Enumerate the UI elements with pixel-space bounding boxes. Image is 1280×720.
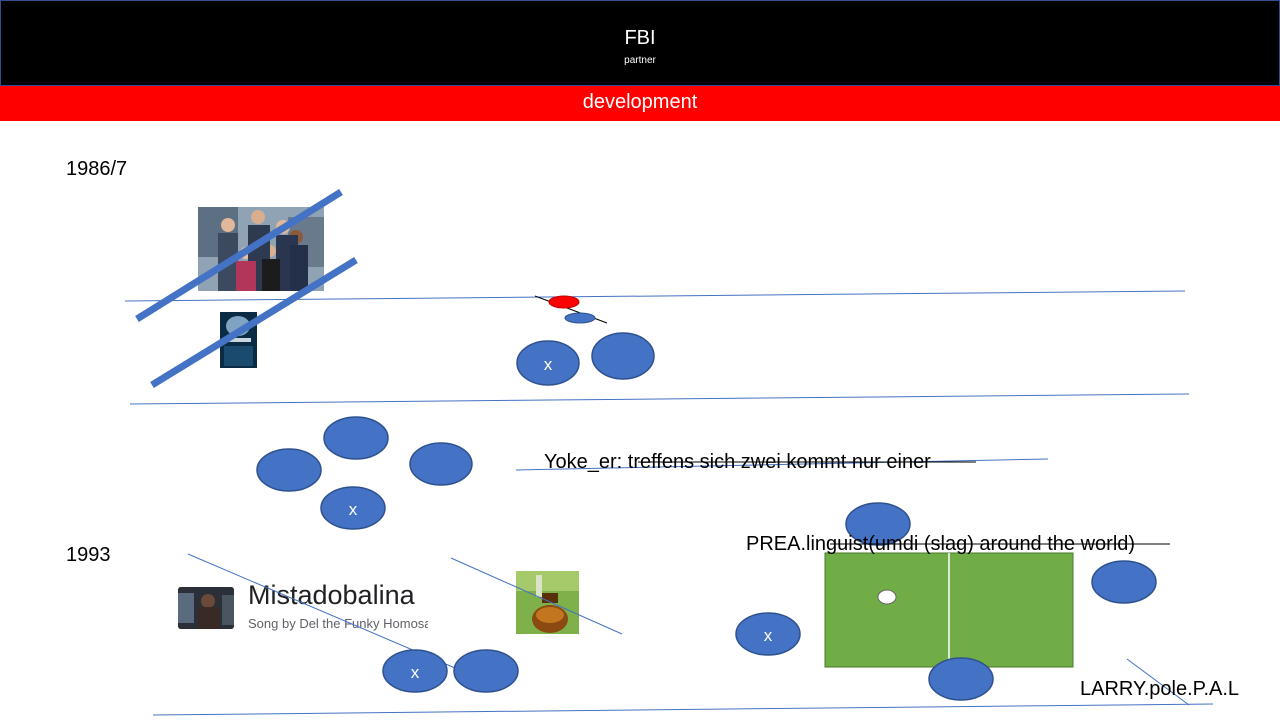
strike-layer — [638, 461, 1170, 545]
